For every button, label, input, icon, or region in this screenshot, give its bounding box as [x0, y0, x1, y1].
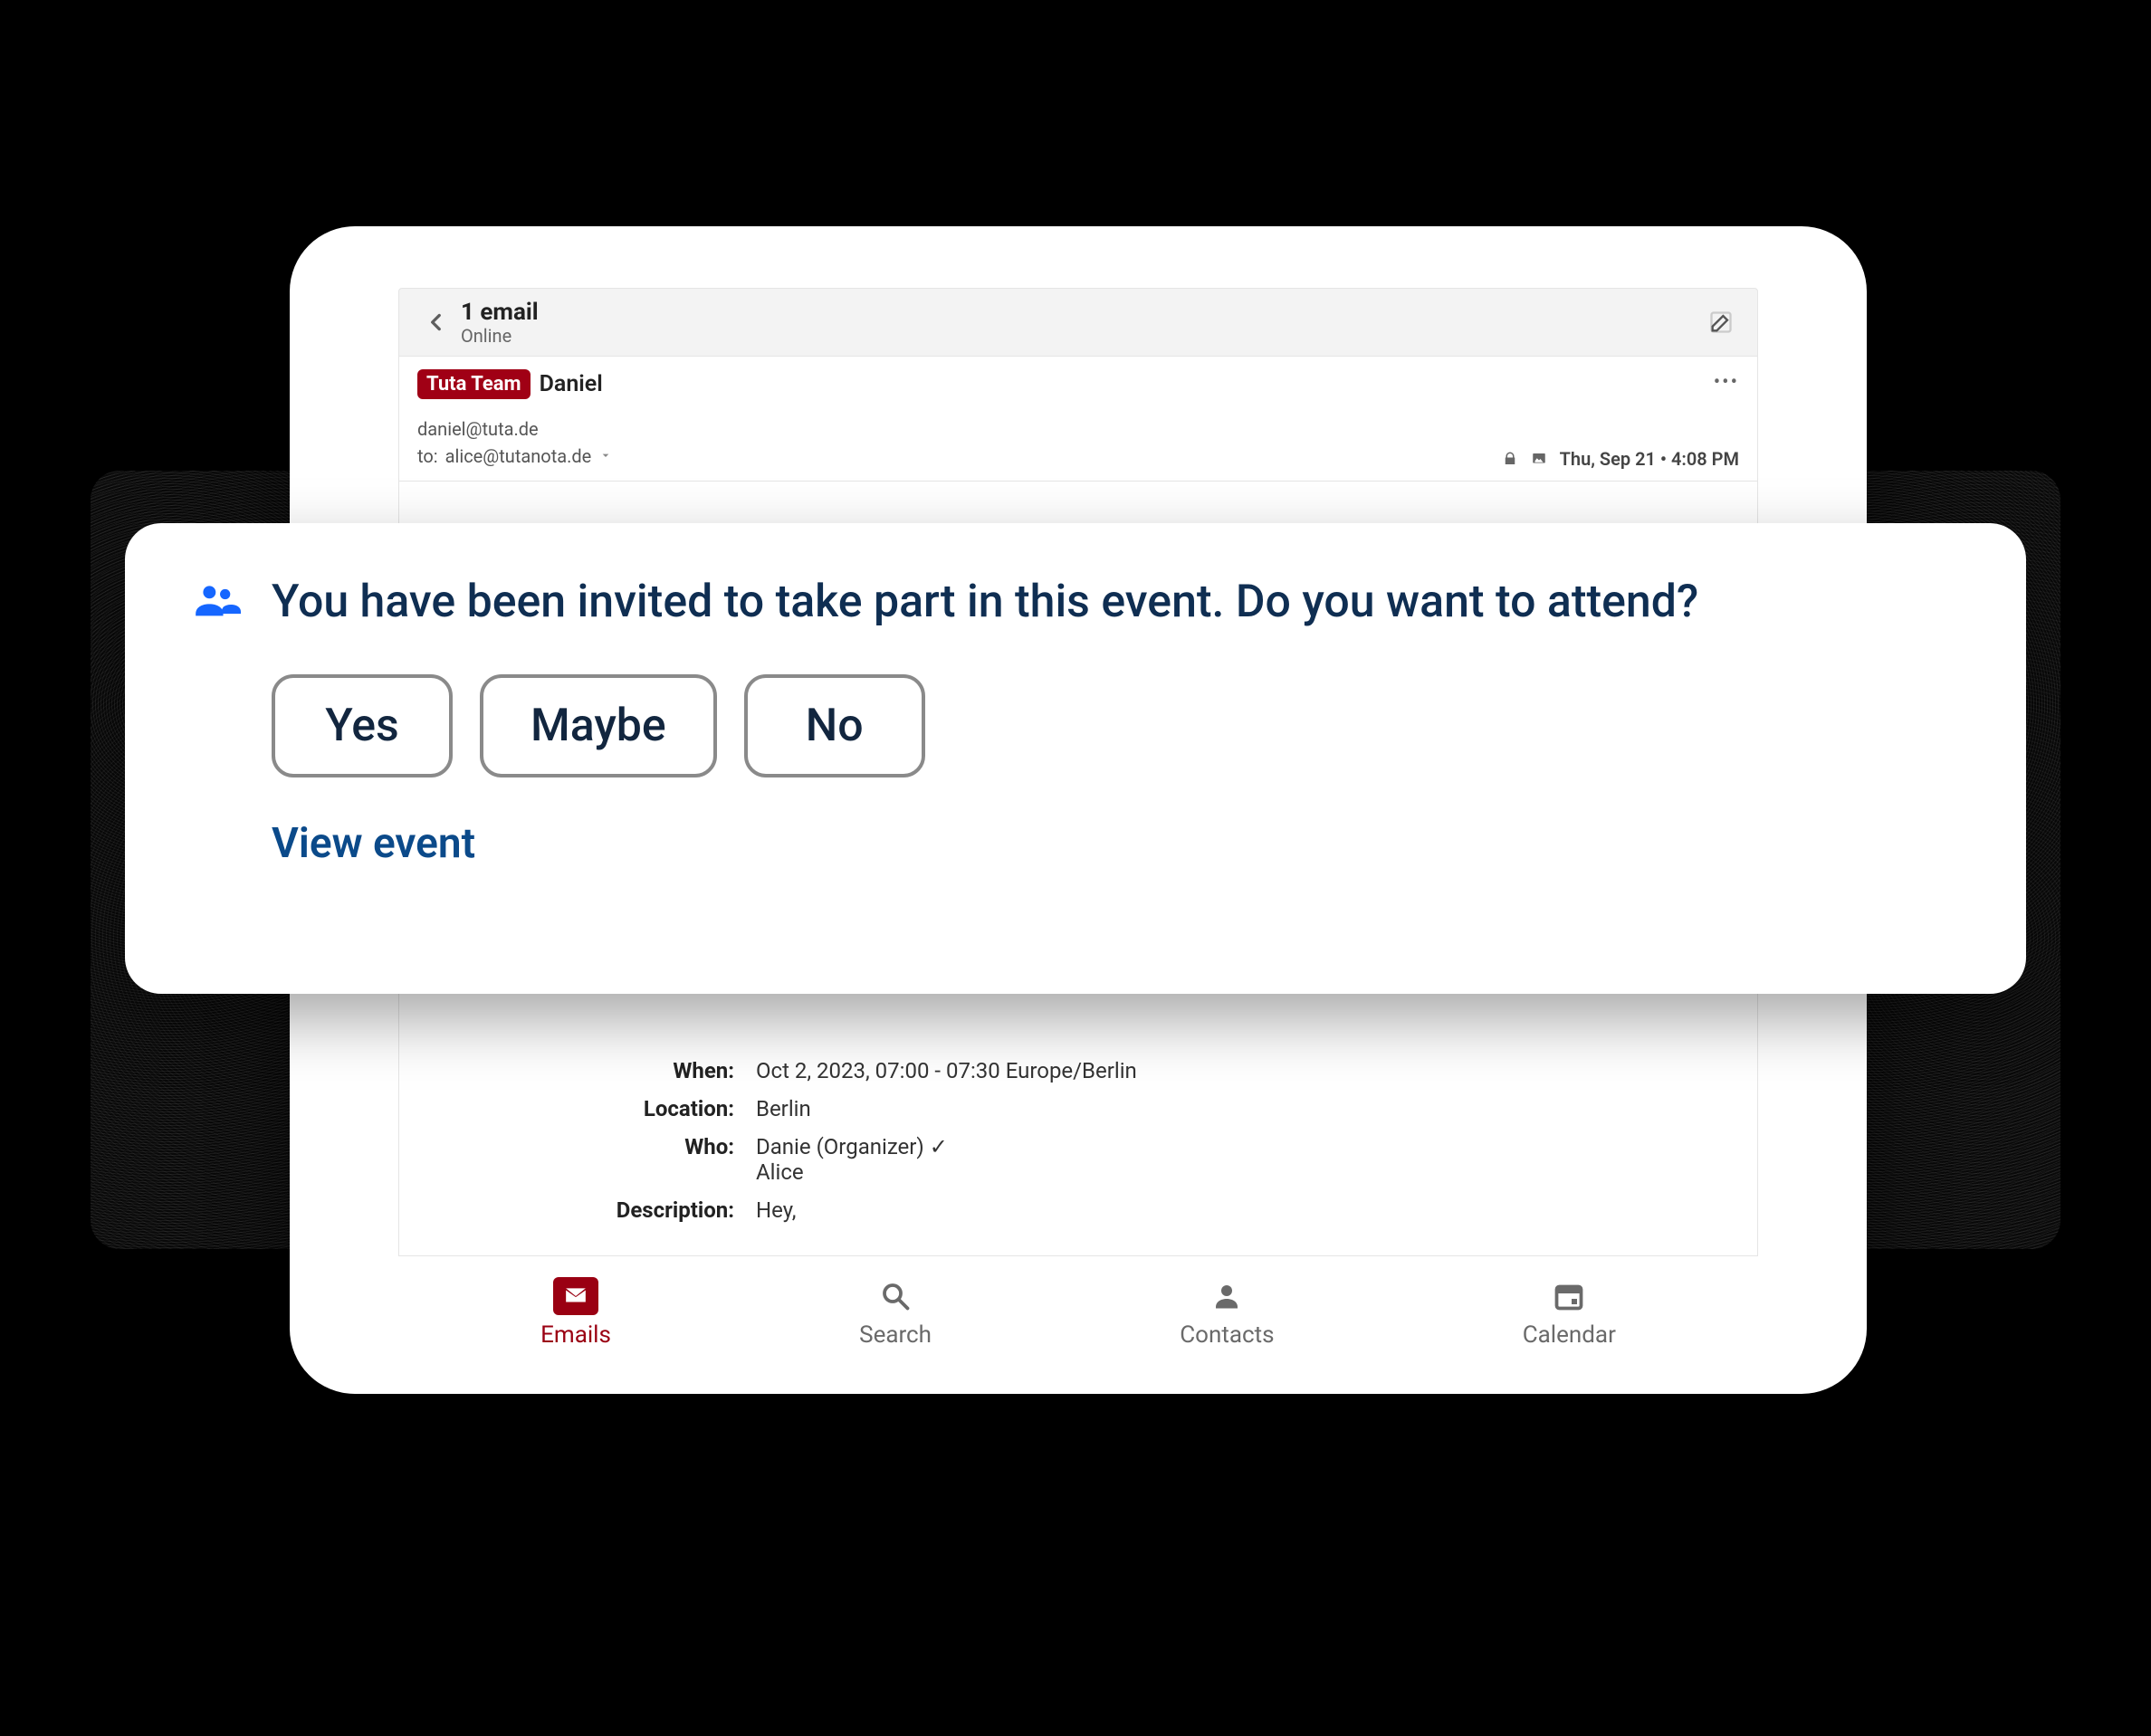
more-actions-button[interactable]: •••: [1714, 371, 1739, 394]
mail-icon: [553, 1277, 598, 1315]
detail-value-location: Berlin: [756, 1096, 1739, 1121]
detail-label-when: When:: [454, 1058, 734, 1083]
chevron-down-icon: [598, 443, 613, 470]
sender-name: Daniel: [540, 371, 603, 397]
connection-status: Online: [461, 326, 1703, 346]
inbox-count: 1 email: [461, 299, 1703, 326]
detail-value-when: Oct 2, 2023, 07:00 - 07:30 Europe/Berlin: [756, 1058, 1739, 1083]
team-badge: Tuta Team: [417, 369, 531, 399]
detail-value-who: Danie (Organizer) ✓ Alice: [756, 1134, 1739, 1185]
nav-calendar-label: Calendar: [1523, 1321, 1616, 1349]
people-icon: [188, 577, 246, 627]
chevron-left-icon: [425, 310, 448, 334]
detail-label-description: Description:: [454, 1197, 734, 1223]
search-icon: [873, 1278, 918, 1314]
to-address: alice@tutanota.de: [445, 443, 592, 470]
compose-icon: [1708, 310, 1734, 335]
nav-calendar[interactable]: Calendar: [1523, 1278, 1616, 1349]
bottom-nav: Emails Search Contacts: [398, 1256, 1758, 1358]
nav-search-label: Search: [859, 1321, 932, 1349]
mail-meta-block: Tuta Team Daniel ••• daniel@tuta.de to: …: [398, 357, 1758, 482]
nav-emails[interactable]: Emails: [540, 1278, 611, 1349]
detail-label-location: Location:: [454, 1096, 734, 1121]
lock-icon: [1502, 451, 1518, 467]
nav-search[interactable]: Search: [859, 1278, 932, 1349]
rsvp-no-button[interactable]: No: [744, 674, 925, 777]
from-address: daniel@tuta.de: [417, 415, 1739, 443]
mail-header-bar: 1 email Online: [398, 288, 1758, 357]
rsvp-maybe-button[interactable]: Maybe: [480, 674, 717, 777]
attendee-name: Alice: [756, 1159, 1739, 1185]
nav-contacts[interactable]: Contacts: [1180, 1278, 1274, 1349]
view-event-link[interactable]: View event: [272, 819, 475, 868]
back-button[interactable]: [417, 303, 455, 341]
calendar-icon: [1546, 1278, 1592, 1314]
invite-prompt: You have been invited to take part in th…: [272, 574, 1698, 631]
detail-value-description: Hey,: [756, 1197, 1739, 1223]
to-prefix: to:: [417, 443, 438, 470]
nav-emails-label: Emails: [540, 1321, 611, 1349]
compose-button[interactable]: [1703, 304, 1739, 340]
organizer-name: Danie (Organizer) ✓: [756, 1134, 1739, 1159]
invite-overlay: You have been invited to take part in th…: [125, 523, 2026, 994]
image-icon: [1531, 451, 1547, 467]
contacts-icon: [1204, 1278, 1249, 1314]
detail-label-who: Who:: [454, 1134, 734, 1185]
mail-timestamp: Thu, Sep 21 • 4:08 PM: [1560, 448, 1739, 470]
rsvp-yes-button[interactable]: Yes: [272, 674, 453, 777]
nav-contacts-label: Contacts: [1180, 1321, 1274, 1349]
